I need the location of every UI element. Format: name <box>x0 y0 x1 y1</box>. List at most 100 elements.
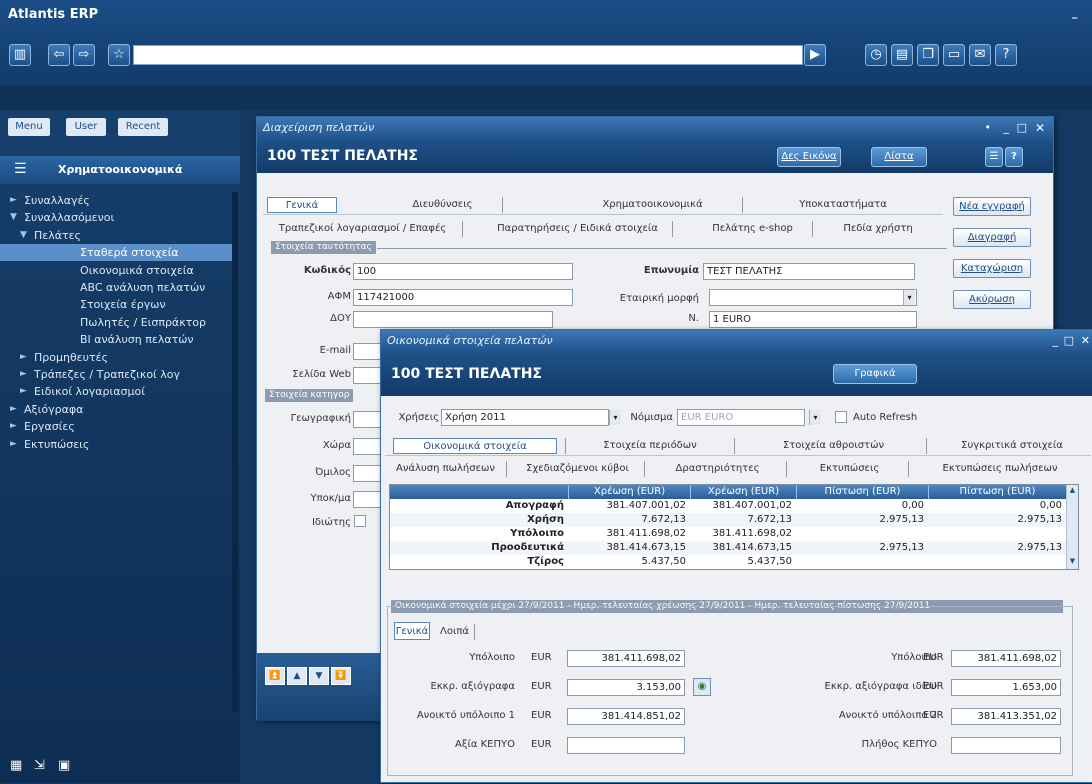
sidebar-item[interactable]: ► Εργασίες <box>0 418 232 435</box>
name-field[interactable]: ΤΕΣΤ ΠΕΛΑΤΗΣ <box>703 263 915 280</box>
grid-scrollbar[interactable]: ▲ ▼ <box>1066 485 1078 569</box>
summary-value-field[interactable] <box>951 737 1061 754</box>
export-icon[interactable]: ⇲ <box>34 758 45 773</box>
tab-general[interactable]: Γενικά <box>267 197 337 213</box>
tab-prints[interactable]: Εκτυπώσεις <box>791 461 909 477</box>
sidebar-scrollbar[interactable] <box>232 192 238 712</box>
company-form-field[interactable] <box>709 289 917 306</box>
sidebar-item[interactable]: ABC ανάλυση πελατών <box>0 279 232 296</box>
back-arrow-icon[interactable]: ⇦ <box>48 44 70 66</box>
delete-button[interactable]: Διαγραφή <box>953 228 1031 247</box>
table-row[interactable]: Τζίρος 5.437,50 5.437,50 <box>390 555 1066 569</box>
summary-value-field[interactable]: 3.153,00 <box>567 679 685 696</box>
details-icon[interactable]: ◉ <box>693 678 711 696</box>
summary-value-field[interactable]: 381.413.351,02 <box>951 708 1061 725</box>
sidebar-item[interactable]: Οικονομικά στοιχεία <box>0 262 232 279</box>
tree-icon[interactable]: ▦ <box>10 758 22 773</box>
finance-close-icon[interactable]: ✕ <box>1081 330 1090 352</box>
table-row[interactable]: Υπόλοιπο 381.411.698,02 381.411.698,02 <box>390 527 1066 541</box>
prev-icon[interactable]: ▲ <box>287 667 307 685</box>
help-question-icon[interactable]: ? <box>1005 147 1023 167</box>
web-field[interactable] <box>353 367 383 384</box>
subcategory-field[interactable] <box>353 491 383 508</box>
sidebar-tab-recent[interactable]: Recent <box>118 118 168 136</box>
new-record-button[interactable]: Νέα εγγραφή <box>953 197 1031 216</box>
tab-user-fields[interactable]: Πεδία χρήστη <box>828 221 928 237</box>
email-field[interactable] <box>353 343 383 360</box>
forward-arrow-icon[interactable]: ⇨ <box>73 44 95 66</box>
scroll-up-icon[interactable]: ▲ <box>1068 486 1077 494</box>
finance-minimize-icon[interactable]: _ <box>1053 330 1059 352</box>
close-icon[interactable]: ✕ <box>1035 117 1045 139</box>
grid-icon[interactable]: ▣ <box>58 758 70 773</box>
tab-cubes[interactable]: Σχεδιαζόμενοι κύβοι <box>511 461 645 477</box>
summary-value-field[interactable]: 381.411.698,02 <box>567 650 685 667</box>
sidebar-item[interactable]: ► Τράπεζες / Τραπεζικοί λογ <box>0 366 232 383</box>
finance-maximize-icon[interactable]: □ <box>1064 330 1074 352</box>
sidebar-item[interactable]: ► Προμηθευτές <box>0 349 232 366</box>
star-icon[interactable]: ☆ <box>108 44 130 66</box>
help-icon[interactable]: ? <box>995 44 1017 66</box>
scroll-down-icon[interactable]: ▼ <box>1068 557 1077 565</box>
tab-sales-prints[interactable]: Εκτυπώσεις πωλήσεων <box>915 461 1085 477</box>
minimize-button[interactable]: _ <box>1072 6 1078 19</box>
afm-field[interactable]: 117421000 <box>353 289 573 306</box>
private-checkbox[interactable] <box>354 515 366 527</box>
mail-icon[interactable]: ✉ <box>969 44 991 66</box>
sidebar-item[interactable]: ▼ Συναλλασόμενοι <box>0 209 232 226</box>
summary-value-field[interactable] <box>567 737 685 754</box>
cancel-button[interactable]: Ακύρωση <box>953 290 1031 309</box>
panel-icon[interactable]: ▥ <box>9 44 31 66</box>
sidebar-tab-user[interactable]: User <box>66 118 106 136</box>
region-field[interactable] <box>353 438 383 455</box>
sidebar-section-header[interactable]: ☰ Χρηματοοικονομικά <box>0 156 240 184</box>
tab-financial-data[interactable]: Οικονομικά στοιχεία <box>393 438 557 454</box>
summary-value-field[interactable]: 381.414.851,02 <box>567 708 685 725</box>
save-button[interactable]: Καταχώριση <box>953 259 1031 278</box>
sidebar-item[interactable]: Πωλητές / Εισπράκτορ <box>0 314 232 331</box>
chevron-down-icon[interactable]: ▾ <box>903 290 915 305</box>
tab-financials[interactable]: Χρηματοοικονομικά <box>563 197 743 213</box>
sidebar-item[interactable]: Στοιχεία έργων <box>0 296 232 313</box>
geo-field[interactable] <box>353 411 383 428</box>
address-bar[interactable] <box>133 45 803 65</box>
tab-branches[interactable]: Υποκαταστήματα <box>783 197 903 213</box>
subtab-other[interactable]: Λοιπά <box>435 624 475 640</box>
auto-refresh-checkbox[interactable] <box>835 411 847 423</box>
subtab-general[interactable]: Γενικά <box>394 622 430 640</box>
table-row[interactable]: Προοδευτικά 381.414.673,15 381.414.673,15 2… <box>390 541 1066 555</box>
tab-periods[interactable]: Στοιχεία περιόδων <box>565 438 735 454</box>
currency-select[interactable]: EUR EURO <box>677 409 805 426</box>
sidebar-tab-menu[interactable]: Menu <box>8 118 50 136</box>
sidebar-item[interactable]: BI ανάλυση πελατών <box>0 331 232 348</box>
sidebar-item[interactable]: ► Συναλλαγές <box>0 192 232 209</box>
play-icon[interactable]: ▶ <box>804 44 826 66</box>
menu-icon[interactable]: ☰ <box>985 147 1003 167</box>
list-button[interactable]: Λίστα <box>871 147 927 167</box>
tab-bank-accounts[interactable]: Τραπεζικοί λογαριασμοί / Επαφές <box>263 221 463 237</box>
currency-field[interactable]: 1 EURO <box>709 311 917 328</box>
group-field[interactable] <box>353 465 383 482</box>
pin-icon[interactable]: • <box>985 117 992 139</box>
sidebar-item[interactable]: ▼ Πελάτες <box>0 227 232 244</box>
monitor-icon[interactable]: ▭ <box>943 44 965 66</box>
currency-chevron-down-icon[interactable]: ▾ <box>809 410 821 425</box>
tab-accumulators[interactable]: Στοιχεία αθροιστών <box>741 438 927 454</box>
tab-sales-analysis[interactable]: Ανάλυση πωλήσεων <box>385 461 507 477</box>
year-select[interactable]: Χρήση 2011 <box>441 409 609 426</box>
tab-eshop[interactable]: Πελάτης e-shop <box>693 221 813 237</box>
last-icon[interactable]: ⏬ <box>331 667 351 685</box>
summary-value-field[interactable]: 1.653,00 <box>951 679 1061 696</box>
year-chevron-down-icon[interactable]: ▾ <box>609 410 621 425</box>
minimize-icon[interactable]: _ <box>1004 117 1010 139</box>
clock-icon[interactable]: ◷ <box>865 44 887 66</box>
doy-field[interactable] <box>353 311 553 328</box>
code-field[interactable]: 100 <box>353 263 573 280</box>
next-icon[interactable]: ▼ <box>309 667 329 685</box>
sidebar-item[interactable]: ► Αξιόγραφα <box>0 401 232 418</box>
view-image-button[interactable]: Δες Εικόνα <box>777 147 841 167</box>
tab-notes[interactable]: Παρατηρήσεις / Ειδικά στοιχεία <box>483 221 673 237</box>
document-icon[interactable]: ▤ <box>891 44 913 66</box>
first-icon[interactable]: ⏫ <box>265 667 285 685</box>
table-row[interactable]: Απογραφή 381.407.001,02 381.407.001,02 0,00… <box>390 499 1066 513</box>
